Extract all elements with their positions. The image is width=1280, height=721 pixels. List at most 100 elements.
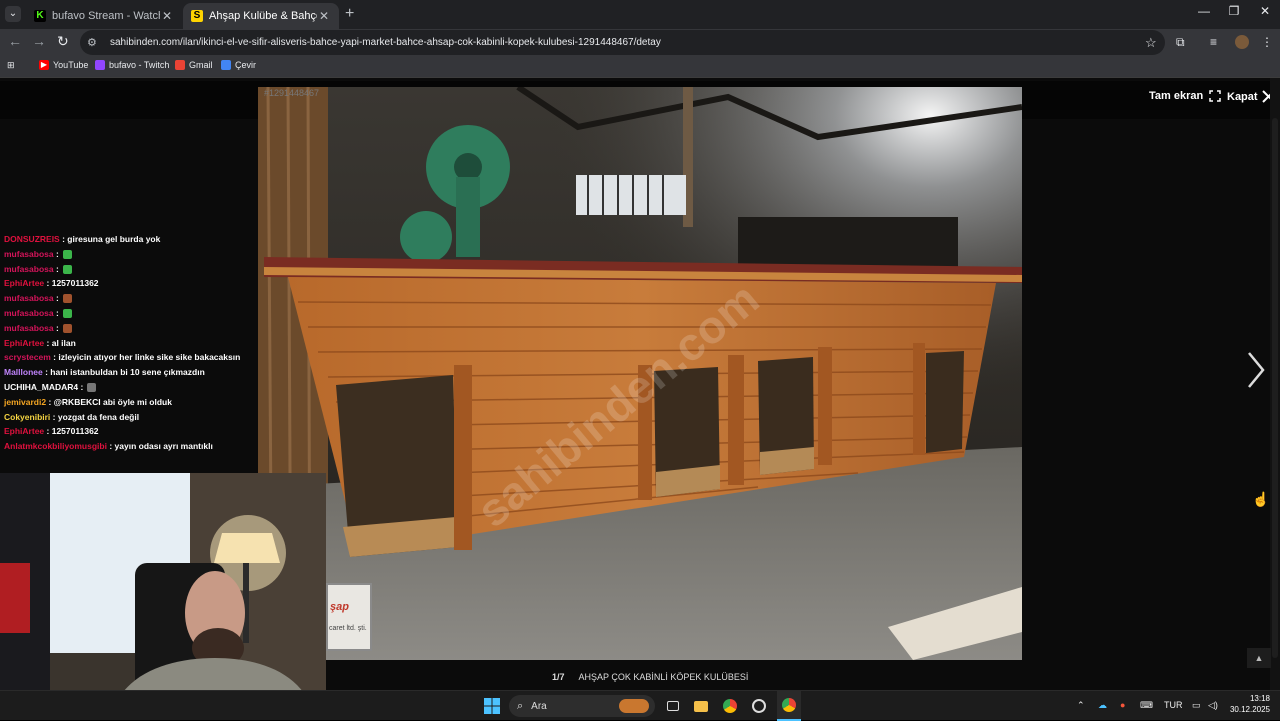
chat-message: mufasabosa : <box>0 293 258 308</box>
tab-ahsap-kulube[interactable]: S Ahşap Kulübe & Bahçe Mobilya ✕ <box>183 3 339 29</box>
fullscreen-icon <box>1209 90 1221 102</box>
listing-number: #1291448467 <box>264 88 320 98</box>
chat-username: Malllonee <box>4 367 43 378</box>
chrome-active-icon[interactable] <box>777 691 801 721</box>
reading-list-icon[interactable]: ≡ <box>1210 35 1217 49</box>
chat-text: : yozgat da fena değil <box>52 411 140 422</box>
chat-message: Malllonee : hani istanbuldan bi 10 sene … <box>0 367 258 382</box>
chat-message: scrystecem : izleyicin atıyor her linke … <box>0 352 258 367</box>
chat-username: mufasabosa <box>4 293 54 304</box>
browser-toolbar: ← → ↻ ⚙ sahibinden.com/ilan/ikinci-el-ve… <box>0 29 1280 56</box>
app-icon[interactable] <box>748 691 770 721</box>
keyboard-icon[interactable]: ⌨ <box>1140 700 1153 711</box>
bookmark-star-icon[interactable]: ☆ <box>1145 35 1165 51</box>
chat-text: : giresuna gel burda yok <box>62 234 161 244</box>
bookmark-label: Çevir <box>235 60 257 70</box>
bookmark-gmail[interactable]: Gmail <box>175 60 213 70</box>
chat-emote-icon <box>62 264 72 274</box>
chat-username: scrystecem <box>4 352 51 363</box>
forward-arrow-icon[interactable]: → <box>32 33 46 49</box>
bookmark-translate[interactable]: Çevir <box>221 60 256 70</box>
close-window-icon[interactable]: ✕ <box>1250 4 1280 18</box>
taskbar-search-box[interactable]: ⌕ Ara <box>509 695 655 717</box>
clock-time: 13:18 <box>1249 694 1270 703</box>
task-view-icon[interactable] <box>662 691 684 721</box>
windows-start-icon[interactable] <box>480 691 504 721</box>
chat-username: mufasabosa <box>4 263 54 274</box>
onedrive-icon[interactable]: ☁ <box>1098 700 1107 711</box>
tray-chevron-icon[interactable]: ⌃ <box>1077 700 1085 711</box>
fullscreen-button[interactable]: Tam ekran <box>1149 90 1221 102</box>
windows-logo-icon <box>484 698 500 714</box>
scrollbar-thumb[interactable] <box>1272 118 1278 658</box>
chat-message: DONSUZREIS : giresuna gel burda yok <box>0 234 258 249</box>
chat-emote-icon <box>62 294 72 304</box>
address-bar[interactable]: ⚙ sahibinden.com/ilan/ikinci-el-ve-sifir… <box>80 30 1165 55</box>
scroll-to-top-button[interactable]: ▲ <box>1247 648 1271 668</box>
chat-text: : <box>55 293 59 304</box>
volume-icon[interactable]: ◁) <box>1208 700 1218 711</box>
chat-message: EphiArtee : 1257011362 <box>0 426 258 441</box>
company-sign: şap caret ltd. şti. <box>326 583 372 651</box>
close-tab-icon[interactable]: ✕ <box>317 9 331 23</box>
file-explorer-icon[interactable] <box>690 691 712 721</box>
tab-search-dropdown[interactable]: ⌄ <box>5 6 21 22</box>
close-label: Kapat <box>1227 90 1258 103</box>
chat-username: jemivardi2 <box>4 396 47 407</box>
chat-text: : izleyicin atıyor her linke sike sike b… <box>53 352 241 363</box>
translate-icon <box>221 60 231 70</box>
chat-message: Cokyenibiri : yozgat da fena değil <box>0 412 258 427</box>
chat-message: mufasabosa : <box>0 249 258 264</box>
stream-chat-overlay: DONSUZREIS : giresuna gel burda yok mufas… <box>0 234 258 474</box>
fullscreen-label: Tam ekran <box>1149 90 1204 102</box>
bookmark-label: YouTube <box>53 60 89 70</box>
search-highlight-icon <box>619 699 649 713</box>
bookmark-twitch[interactable]: bufavo - Twitch <box>95 60 169 70</box>
chat-message: mufasabosa : <box>0 308 258 323</box>
tab-title: bufavo Stream - Watch Live on <box>52 10 160 22</box>
chat-text: : <box>55 307 59 318</box>
youtube-icon: ▶ <box>39 60 49 70</box>
apps-grid-icon[interactable]: ⊞ <box>7 60 15 71</box>
microphone-icon[interactable]: ● <box>1120 700 1125 710</box>
new-tab-button[interactable]: + <box>345 5 354 23</box>
photo-caption-bar: 1/7 AHŞAP ÇOK KABİNLİ KÖPEK KULÜBESİ <box>330 664 1180 690</box>
chat-username: mufasabosa <box>4 248 54 259</box>
chat-message: EphiArtee : al ilan <box>0 338 258 353</box>
chat-text: : <box>55 263 59 274</box>
menu-kebab-icon[interactable]: ⋮ <box>1261 35 1273 49</box>
network-icon[interactable]: ▭ <box>1192 700 1201 711</box>
bookmarks-bar: ⊞ ▶ YouTube bufavo - Twitch Gmail Çevir <box>0 56 1280 78</box>
chat-text: : <box>80 381 84 392</box>
reload-icon[interactable]: ↻ <box>57 33 69 50</box>
next-image-chevron-icon[interactable] <box>1246 350 1266 390</box>
minimize-window-icon[interactable]: — <box>1189 4 1219 18</box>
extensions-icon[interactable]: ⧉ <box>1176 35 1185 50</box>
chat-username: Cokyenibiri <box>4 411 51 422</box>
chat-emote-icon <box>62 324 72 334</box>
chat-text: : yayın odası ayrı mantıklı <box>109 441 213 452</box>
taskbar-clock[interactable]: 13:18 30.12.2025 <box>1228 693 1270 715</box>
input-language[interactable]: TUR <box>1164 700 1183 710</box>
tab-bufavo-stream[interactable]: K bufavo Stream - Watch Live on ✕ <box>26 3 182 29</box>
listing-photo: sahibinden.com <box>258 87 1022 660</box>
tab-title: Ahşap Kulübe & Bahçe Mobilya <box>209 10 317 22</box>
back-arrow-icon[interactable]: ← <box>8 33 22 49</box>
chrome-icon[interactable] <box>719 691 741 721</box>
mouse-cursor-icon: ☝ <box>1252 491 1270 507</box>
restore-window-icon[interactable]: ❐ <box>1219 4 1249 18</box>
close-tab-icon[interactable]: ✕ <box>160 9 174 23</box>
chat-text: : 1257011362 <box>46 426 99 437</box>
bookmark-youtube[interactable]: ▶ YouTube <box>39 60 88 70</box>
chat-text: : <box>55 322 59 333</box>
chat-username: Anlatmkcokbiliyomusgibi <box>4 441 107 452</box>
site-info-icon[interactable]: ⚙ <box>87 36 101 49</box>
clock-date: 30.12.2025 <box>1229 705 1270 714</box>
chat-username: EphiArtee <box>4 278 45 289</box>
close-viewer-button[interactable]: Kapat <box>1227 90 1275 103</box>
chat-text: : al ilan <box>46 337 76 348</box>
chat-username: UCHIHA_MADAR4 <box>4 381 79 392</box>
url-text[interactable]: sahibinden.com/ilan/ikinci-el-ve-sifir-a… <box>110 37 1145 48</box>
search-icon: ⌕ <box>517 699 524 712</box>
profile-avatar[interactable] <box>1235 35 1249 49</box>
